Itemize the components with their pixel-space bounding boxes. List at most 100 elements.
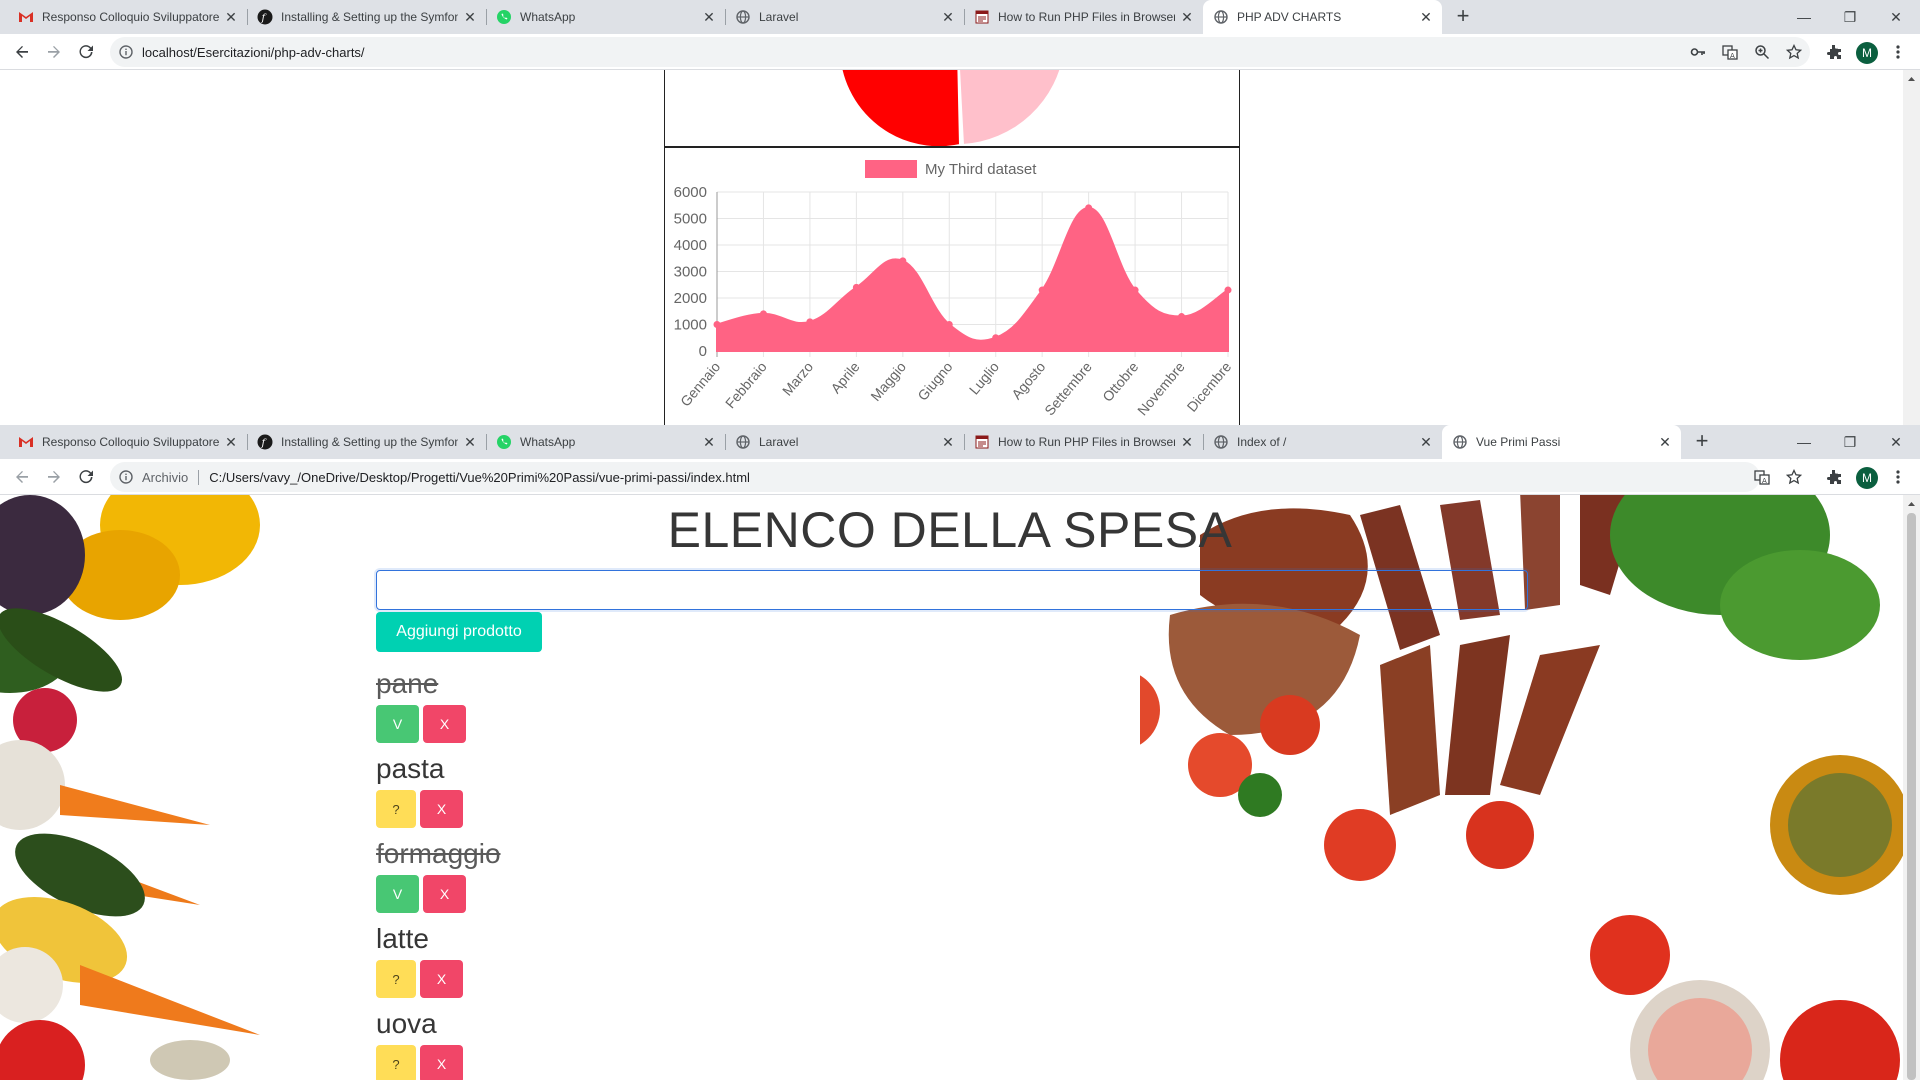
- x-tick-label: Maggio: [867, 358, 909, 404]
- item-name: pasta: [376, 753, 445, 784]
- remove-item-button[interactable]: X: [423, 875, 466, 913]
- reload-icon[interactable]: [74, 465, 98, 489]
- tab-close-icon[interactable]: ✕: [1179, 434, 1195, 450]
- product-input[interactable]: [376, 570, 1528, 610]
- tab-title: Installing & Setting up the Symfony: [281, 10, 458, 24]
- item-name: formaggio: [376, 838, 501, 869]
- tab-close-icon[interactable]: ✕: [462, 434, 478, 450]
- gmail-icon: [18, 9, 34, 25]
- extensions-icon[interactable]: [1824, 42, 1844, 62]
- remove-item-button[interactable]: X: [423, 705, 466, 743]
- scrollbar[interactable]: [1903, 70, 1920, 425]
- info-icon[interactable]: [118, 44, 134, 60]
- data-point: [806, 318, 814, 326]
- data-point: [1085, 204, 1093, 212]
- menu-kebab-icon[interactable]: [1888, 467, 1908, 487]
- star-icon[interactable]: [1784, 467, 1804, 487]
- data-point: [945, 321, 953, 328]
- browser-tab[interactable]: WhatsApp ✕: [486, 0, 726, 34]
- scroll-thumb[interactable]: [1907, 513, 1916, 1080]
- info-icon[interactable]: [118, 469, 134, 485]
- browser-tab[interactable]: WhatsApp ✕: [486, 425, 726, 459]
- scrollbar[interactable]: [1903, 495, 1920, 1080]
- list-item: latte? X: [376, 922, 463, 998]
- tab-close-icon[interactable]: ✕: [223, 434, 239, 450]
- profile-avatar[interactable]: M: [1856, 467, 1878, 489]
- browser-tab[interactable]: PHP ADV CHARTS ✕: [1203, 0, 1442, 34]
- minimize-icon[interactable]: —: [1781, 0, 1827, 34]
- browser-tab[interactable]: Index of / ✕: [1203, 425, 1443, 459]
- browser-tab[interactable]: How to Run PHP Files in Browser ✕: [964, 425, 1204, 459]
- star-icon[interactable]: [1784, 42, 1804, 62]
- toggle-done-button[interactable]: V: [376, 875, 419, 913]
- close-window-icon[interactable]: ✕: [1873, 0, 1919, 34]
- restore-icon[interactable]: ❐: [1827, 0, 1873, 34]
- add-product-button[interactable]: Aggiungi prodotto: [376, 612, 542, 652]
- close-window-icon[interactable]: ✕: [1873, 425, 1919, 459]
- tab-close-icon[interactable]: ✕: [940, 434, 956, 450]
- reload-icon[interactable]: [74, 40, 98, 64]
- minimize-icon[interactable]: —: [1781, 425, 1827, 459]
- restore-icon[interactable]: ❐: [1827, 425, 1873, 459]
- back-icon[interactable]: [10, 40, 34, 64]
- symfony-icon: f: [257, 9, 273, 25]
- browser-tab[interactable]: Responso Colloquio Sviluppatore ✕: [8, 0, 248, 34]
- toggle-done-button[interactable]: ?: [376, 960, 416, 998]
- profile-avatar[interactable]: M: [1856, 42, 1878, 64]
- data-point: [759, 310, 767, 318]
- url-text: C:/Users/vavy_/OneDrive/Desktop/Progetti…: [209, 469, 750, 485]
- remove-item-button[interactable]: X: [420, 960, 463, 998]
- toggle-done-button[interactable]: ?: [376, 1045, 416, 1080]
- tab-close-icon[interactable]: ✕: [1657, 434, 1673, 450]
- browser-tab[interactable]: f Installing & Setting up the Symfony ✕: [247, 0, 487, 34]
- browser-tab[interactable]: f Installing & Setting up the Symfony ✕: [247, 425, 487, 459]
- browser-tab[interactable]: Laravel ✕: [725, 0, 965, 34]
- tab-close-icon[interactable]: ✕: [1179, 9, 1195, 25]
- data-point: [992, 334, 1000, 342]
- forward-icon[interactable]: [42, 465, 66, 489]
- svg-text:A: A: [1730, 52, 1735, 60]
- tab-close-icon[interactable]: ✕: [462, 9, 478, 25]
- remove-item-button[interactable]: X: [420, 790, 463, 828]
- forward-icon[interactable]: [42, 40, 66, 64]
- list-item: pasta? X: [376, 752, 463, 828]
- y-tick-label: 0: [699, 343, 707, 360]
- page-title: ELENCO DELLA SPESA: [667, 502, 1233, 558]
- translate-icon[interactable]: A: [1720, 42, 1740, 62]
- tab-close-icon[interactable]: ✕: [1418, 434, 1434, 450]
- scroll-up-icon[interactable]: [1903, 497, 1920, 511]
- globe-icon: [735, 9, 751, 25]
- address-bar[interactable]: localhost/Esercitazioni/php-adv-charts/: [110, 37, 1810, 67]
- data-point: [1038, 286, 1046, 294]
- extensions-icon[interactable]: [1824, 467, 1844, 487]
- back-icon[interactable]: [10, 465, 34, 489]
- translate-icon[interactable]: A: [1752, 467, 1772, 487]
- list-item: uova? X: [376, 1007, 463, 1080]
- tab-title: WhatsApp: [520, 10, 576, 24]
- toggle-done-button[interactable]: ?: [376, 790, 416, 828]
- scroll-up-icon[interactable]: [1903, 72, 1920, 86]
- x-tick-label: Gennaio: [677, 358, 723, 409]
- y-tick-label: 5000: [674, 211, 707, 228]
- new-tab-icon[interactable]: +: [1689, 429, 1715, 455]
- key-icon[interactable]: [1688, 42, 1708, 62]
- menu-kebab-icon[interactable]: [1888, 42, 1908, 62]
- new-tab-icon[interactable]: +: [1450, 4, 1476, 30]
- tab-close-icon[interactable]: ✕: [701, 434, 717, 450]
- globe-icon: [1213, 9, 1229, 25]
- remove-item-button[interactable]: X: [420, 1045, 463, 1080]
- browser-tab[interactable]: How to Run PHP Files in Browser ✕: [964, 0, 1204, 34]
- x-tick-label: Settembre: [1041, 358, 1095, 418]
- zoom-icon[interactable]: [1752, 42, 1772, 62]
- address-bar[interactable]: Archivio C:/Users/vavy_/OneDrive/Desktop…: [110, 462, 1760, 492]
- browser-tab[interactable]: Responso Colloquio Sviluppatore ✕: [8, 425, 248, 459]
- browser-tab[interactable]: Laravel ✕: [725, 425, 965, 459]
- toggle-done-button[interactable]: V: [376, 705, 419, 743]
- tab-close-icon[interactable]: ✕: [940, 9, 956, 25]
- tab-title: Vue Primi Passi: [1476, 435, 1561, 449]
- tab-close-icon[interactable]: ✕: [1418, 9, 1434, 25]
- tab-close-icon[interactable]: ✕: [223, 9, 239, 25]
- tab-close-icon[interactable]: ✕: [701, 9, 717, 25]
- data-point: [852, 283, 860, 291]
- browser-tab[interactable]: Vue Primi Passi ✕: [1442, 425, 1681, 459]
